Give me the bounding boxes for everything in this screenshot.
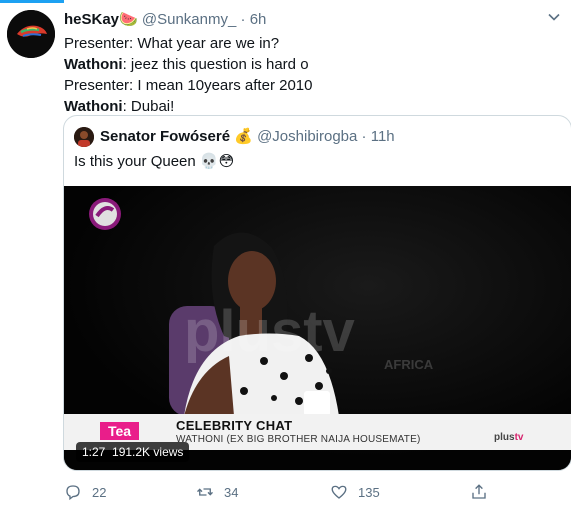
reply-count: 22: [92, 484, 107, 500]
author-emoji: 🍉: [119, 11, 138, 28]
video-views: 191.2K views: [112, 445, 184, 459]
separator-dot: ·: [240, 11, 246, 28]
author-handle[interactable]: @Sunkanmy_: [142, 11, 236, 28]
lower-third-title: CELEBRITY CHAT: [176, 418, 293, 433]
video-watermark: plustv: [184, 299, 355, 364]
retweet-icon: [197, 488, 213, 496]
tweet-header: heSKay🍉 @Sunkanmy_ · 6h: [64, 10, 571, 30]
quoted-author-name[interactable]: Senator Fowóseré: [100, 128, 230, 145]
quoted-tweet[interactable]: Senator Fowóseré 💰 @Joshibirogba · 11h I…: [63, 115, 571, 471]
video-duration-badge: 1:27 191.2K views: [76, 442, 190, 462]
retweet-button[interactable]: 34: [196, 481, 238, 503]
tweet-time[interactable]: 6h: [250, 11, 267, 28]
tweet-actions: 22 34 135: [64, 481, 571, 503]
tweet-text: Presenter: What year are we in? Wathoni:…: [64, 33, 312, 117]
reply-button[interactable]: 22: [64, 481, 106, 503]
author-avatar[interactable]: [7, 10, 55, 58]
quoted-emojis: 💀😳: [199, 153, 235, 170]
heart-icon: [331, 485, 347, 499]
quoted-text: Is this your Queen 💀😳: [74, 153, 235, 170]
lower-third-brand: plustv: [494, 432, 524, 443]
share-icon: [472, 484, 486, 499]
like-count: 135: [358, 484, 380, 500]
video-player[interactable]: plustv AFRICA Tea CELEBRITY CHAT WATHONI…: [64, 186, 571, 470]
lower-third-subtitle: WATHONI (EX BIG BROTHER NAIJA HOUSEMATE): [176, 434, 421, 445]
separator-dot: ·: [361, 128, 367, 145]
lower-third-tag: Tea: [100, 422, 140, 440]
like-button[interactable]: 135: [330, 481, 380, 503]
tweet-line: Presenter: What year are we in?: [64, 35, 280, 52]
tweet-line: Wathoni: Dubai!: [64, 98, 175, 115]
quoted-handle[interactable]: @Joshibirogba: [257, 128, 357, 145]
video-duration: 1:27: [82, 445, 106, 459]
quoted-time[interactable]: 11h: [371, 128, 395, 145]
top-accent-bar: [0, 0, 64, 3]
quoted-author-avatar[interactable]: [74, 127, 94, 147]
video-watermark-sub: AFRICA: [384, 357, 434, 372]
share-button[interactable]: [470, 481, 488, 503]
reply-icon: [66, 485, 80, 501]
tweet-line: Wathoni: jeez this question is hard o: [64, 56, 309, 73]
quoted-author-emoji: 💰: [234, 128, 253, 145]
retweet-count: 34: [224, 484, 239, 500]
chevron-down-icon[interactable]: [547, 10, 561, 24]
tweet-line: Presenter: I mean 10years after 2010: [64, 77, 313, 94]
author-name[interactable]: heSKay: [64, 11, 119, 28]
